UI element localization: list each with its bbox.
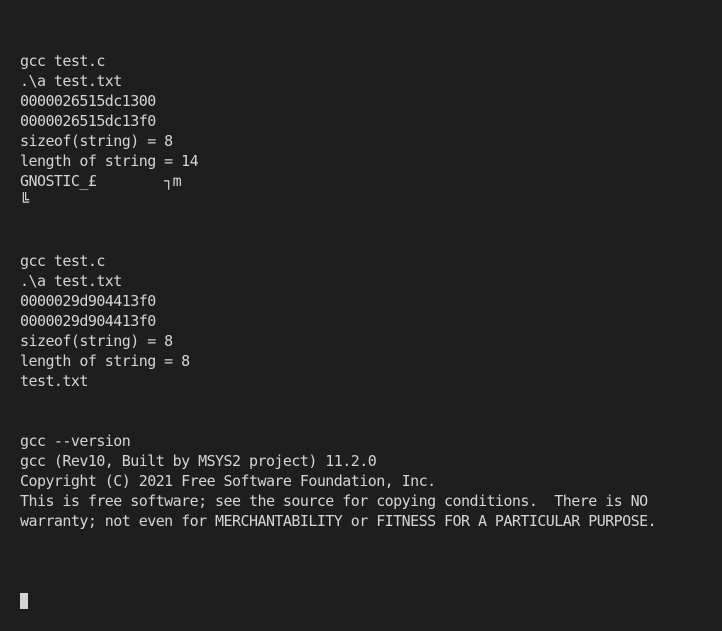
terminal-line: GNOSTIC_£ ┐m <box>20 172 182 190</box>
terminal-line: ╚ <box>20 192 29 210</box>
terminal-line: sizeof(string) = 8 <box>20 332 173 350</box>
terminal-line: .\a test.txt <box>20 72 122 90</box>
terminal-line: sizeof(string) = 8 <box>20 132 173 150</box>
terminal-line: warranty; not even for MERCHANTABILITY o… <box>20 512 657 530</box>
terminal-line: This is free software; see the source fo… <box>20 492 648 510</box>
terminal-line: 0000029d904413f0 <box>20 292 156 310</box>
terminal-line: gcc (Rev10, Built by MSYS2 project) 11.2… <box>20 452 377 470</box>
terminal-cursor-line <box>20 591 722 611</box>
terminal-line: .\a test.txt <box>20 272 122 290</box>
terminal-line: length of string = 14 <box>20 152 199 170</box>
terminal-line: gcc test.c <box>20 52 105 70</box>
terminal-line: Copyright (C) 2021 Free Software Foundat… <box>20 472 436 490</box>
terminal-line-list: gcc test.c .\a test.txt 0000026515dc1300 00… <box>20 51 722 551</box>
terminal-line: 0000026515dc1300 <box>20 92 156 110</box>
terminal-line: 0000026515dc13f0 <box>20 112 156 130</box>
terminal-line: length of string = 8 <box>20 352 190 370</box>
terminal-line: gcc --version <box>20 432 131 450</box>
terminal-output-pane[interactable]: gcc test.c .\a test.txt 0000026515dc1300 00… <box>0 0 722 609</box>
terminal-line: gcc test.c <box>20 252 105 270</box>
terminal-line: test.txt <box>20 372 88 390</box>
terminal-line: 0000029d904413f0 <box>20 312 156 330</box>
text-cursor <box>20 593 28 609</box>
